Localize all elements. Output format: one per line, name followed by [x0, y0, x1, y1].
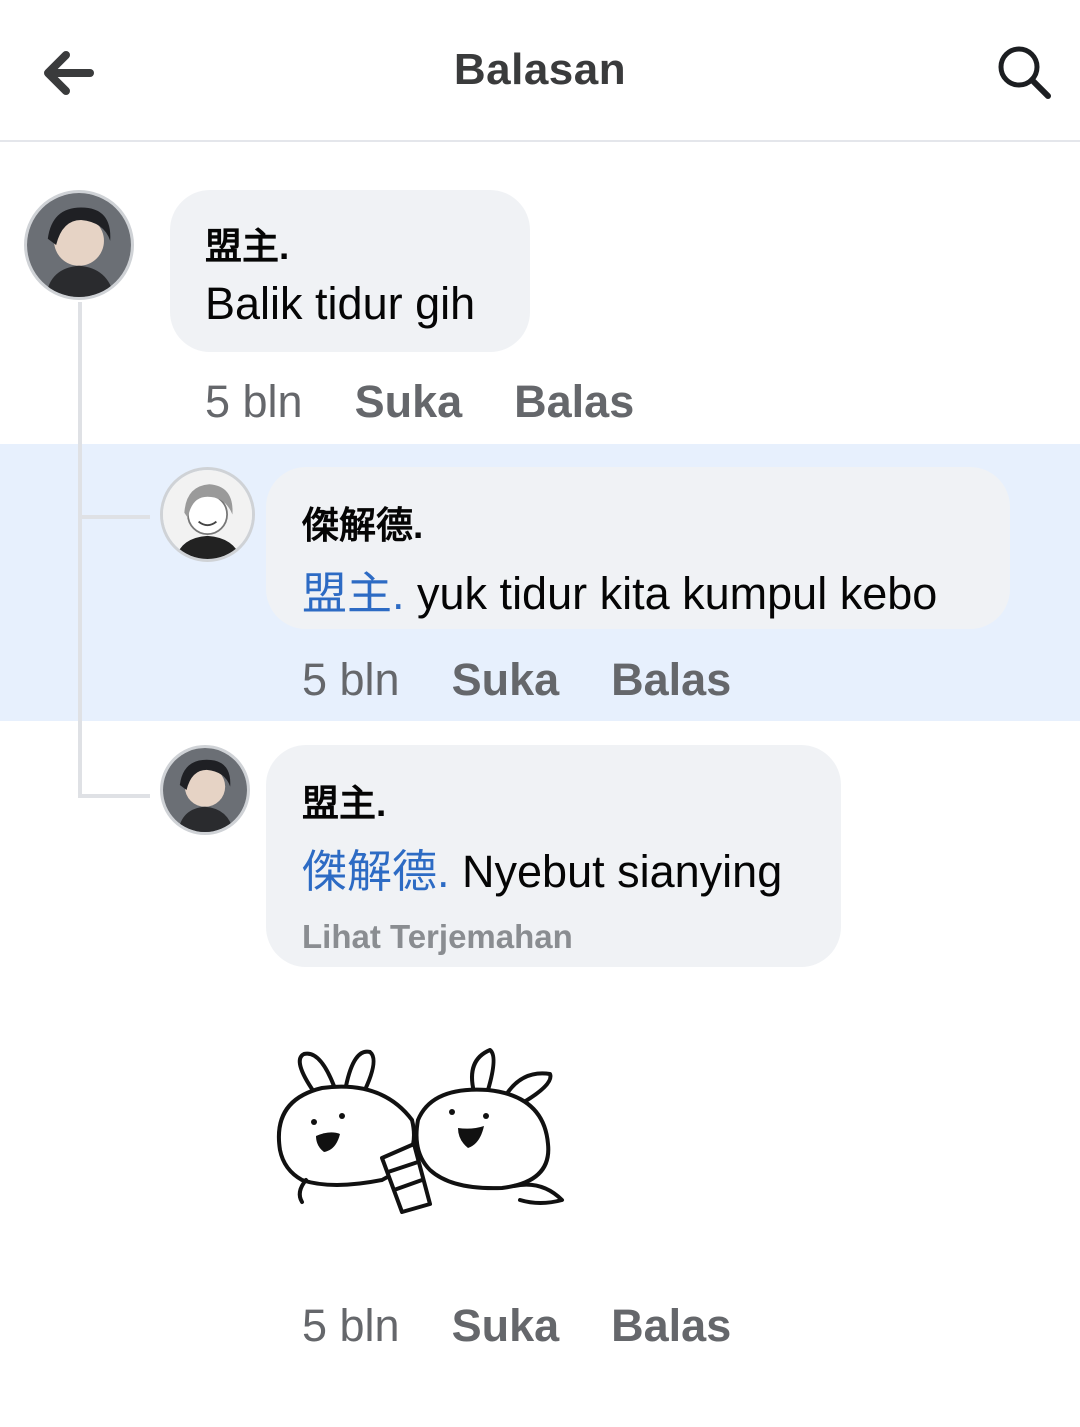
comment-time: 5 bln	[302, 1300, 400, 1351]
thread-branch	[78, 794, 150, 798]
mention-link[interactable]: 傑解德.	[302, 846, 450, 897]
search-button[interactable]	[992, 40, 1056, 104]
top-bar: Balasan	[0, 0, 1080, 142]
comment-text: 傑解德. Nyebut sianying	[302, 835, 841, 900]
bunny-sticker-image[interactable]	[262, 1040, 572, 1225]
reply-button[interactable]: Balas	[611, 654, 731, 706]
avatar-image	[163, 748, 247, 832]
comment-author[interactable]: 傑解德.	[302, 495, 1010, 549]
avatar-image	[163, 470, 252, 559]
avatar-image	[27, 193, 131, 297]
thread-line	[78, 302, 82, 798]
avatar[interactable]	[24, 190, 134, 300]
comment-time: 5 bln	[302, 654, 400, 705]
comment-text: 盟主. yuk tidur kita kumpul kebo	[302, 557, 1010, 622]
comment-bubble[interactable]: 傑解德. 盟主. yuk tidur kita kumpul kebo	[266, 467, 1010, 629]
avatar[interactable]	[160, 467, 255, 562]
see-translation-link[interactable]: Lihat Terjemahan	[302, 918, 841, 956]
like-button[interactable]: Suka	[452, 1300, 560, 1352]
like-button[interactable]: Suka	[355, 376, 463, 428]
comment-bubble[interactable]: 盟主. 傑解德. Nyebut sianying Lihat Terjemaha…	[266, 745, 841, 967]
comment-actions: 5 bln Suka Balas	[302, 654, 731, 706]
avatar[interactable]	[160, 745, 250, 835]
comment-author[interactable]: 盟主.	[302, 773, 841, 827]
comment-author[interactable]: 盟主.	[205, 216, 530, 270]
search-icon	[998, 46, 1051, 99]
mention-link[interactable]: 盟主.	[302, 568, 405, 619]
comment-actions: 5 bln Suka Balas	[205, 376, 634, 428]
comment-text: Balik tidur gih	[205, 278, 476, 329]
comment-body: Nyebut sianying	[462, 846, 783, 897]
reply-button[interactable]: Balas	[611, 1300, 731, 1352]
like-button[interactable]: Suka	[452, 654, 560, 706]
page-title: Balasan	[453, 45, 627, 94]
comment-time: 5 bln	[205, 376, 303, 427]
comment-body: yuk tidur kita kumpul kebo	[417, 568, 938, 619]
reply-button[interactable]: Balas	[514, 376, 634, 428]
thread-branch	[78, 515, 150, 519]
comment-actions: 5 bln Suka Balas	[302, 1300, 731, 1352]
comment-bubble[interactable]: 盟主. Balik tidur gih	[170, 190, 530, 352]
